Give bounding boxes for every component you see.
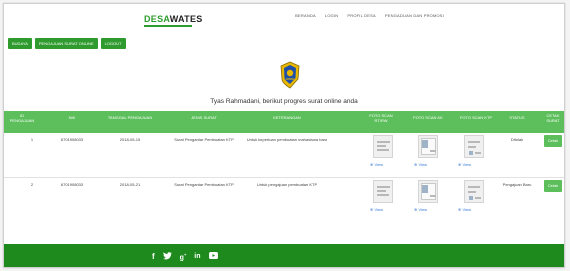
view-kk-link[interactable]: ⊕ View — [414, 162, 427, 167]
view-rtrw-link[interactable]: ⊕ View — [370, 207, 383, 212]
greeting-text: Tyas Rahmadani, berikut progres surat on… — [210, 98, 358, 105]
youtube-icon[interactable] — [208, 252, 218, 261]
brand-underline — [144, 25, 192, 27]
cell-nik: 6701908033 — [60, 182, 84, 187]
col-cetak: CETAK SURAT — [546, 113, 560, 123]
scan-kk-image[interactable] — [418, 135, 438, 158]
table-header: ID PENGAJUAN NIK TANGGAL PENGAJUAN JENIS… — [4, 111, 564, 133]
col-foto-ktp: FOTO SCAN KTP — [459, 115, 493, 120]
scan-rtrw-image[interactable] — [373, 180, 393, 203]
view-label: View — [418, 207, 428, 212]
scan-ktp-image[interactable] — [464, 135, 484, 158]
nav-login[interactable]: LOGIN — [325, 13, 338, 18]
col-tanggal: TANGGAL PENGAJUAN — [107, 115, 153, 120]
top-menu: BERANDA LOGIN PROFIL DESA PENGADUAN DAN … — [295, 13, 444, 18]
cetak-button[interactable]: Cetak — [544, 180, 562, 192]
pengajuan-surat-online-button[interactable]: PENGAJUAN SURAT ONLINE — [34, 38, 98, 49]
cell-date: 2018-05-21 — [119, 182, 141, 187]
social-links: f g+ in — [152, 244, 218, 267]
view-rtrw-link[interactable]: ⊕ View — [370, 162, 383, 167]
scan-kk-image[interactable] — [418, 180, 438, 203]
view-label: View — [462, 162, 472, 167]
col-foto-rtrw: FOTO SCAN RT/RW — [369, 113, 393, 123]
table-row: 2 6701908033 2018-05-21 Surat Pengantar … — [4, 177, 564, 221]
brand-logo[interactable]: DESAWATES — [144, 14, 203, 24]
budaya-button[interactable]: BUDAYA — [8, 38, 32, 49]
nav-pengaduan-promosi[interactable]: PENGADUAN DAN PROMOSI — [385, 13, 444, 18]
action-buttons: BUDAYA PENGAJUAN SURAT ONLINE LOGOUT — [8, 38, 126, 49]
view-label: View — [374, 207, 384, 212]
cetak-button[interactable]: Cetak — [544, 135, 562, 147]
cell-keterangan: Untuk pengajuan pembuatan KTP — [256, 182, 318, 187]
nav-beranda[interactable]: BERANDA — [295, 13, 316, 18]
cell-jenis: Surat Pengantar Pembuatan KTP — [174, 182, 234, 187]
view-ktp-link[interactable]: ⊕ View — [458, 207, 471, 212]
facebook-icon[interactable]: f — [152, 252, 155, 261]
twitter-icon[interactable] — [162, 251, 172, 262]
view-label: View — [374, 162, 384, 167]
view-kk-link[interactable]: ⊕ View — [414, 207, 427, 212]
view-label: View — [418, 162, 428, 167]
scan-ktp-image[interactable] — [464, 180, 484, 203]
status-badge: Ditolak — [510, 137, 524, 142]
brand-part2: WATES — [169, 14, 203, 24]
col-foto-kk: FOTO SCAN KK — [413, 115, 443, 120]
col-status: STATUS — [509, 115, 525, 120]
col-nik: NIK — [68, 115, 76, 120]
top-navbar: DESAWATES BERANDA LOGIN PROFIL DESA PENG… — [4, 4, 564, 30]
col-id: ID PENGAJUAN — [9, 113, 35, 123]
cell-id: 1 — [30, 137, 34, 142]
cell-date: 2018-05-15 — [119, 137, 141, 142]
cell-keterangan: Untuk keperluan pembuatan mahasiswa baru — [246, 137, 328, 142]
google-plus-icon[interactable]: g+ — [180, 252, 187, 261]
linkedin-icon[interactable]: in — [194, 253, 200, 260]
scan-rtrw-image[interactable] — [373, 135, 393, 158]
view-label: View — [462, 207, 472, 212]
footer: f g+ in — [4, 244, 564, 267]
table-row: 1 6701908033 2018-05-15 Surat Pengantar … — [4, 133, 564, 177]
nav-profil-desa[interactable]: PROFIL DESA — [347, 13, 376, 18]
col-keterangan: KETERANGAN — [273, 115, 301, 120]
view-ktp-link[interactable]: ⊕ View — [458, 162, 471, 167]
col-jenis: JENIS SURAT — [191, 115, 217, 120]
cell-nik: 6701908033 — [60, 137, 84, 142]
logout-button[interactable]: LOGOUT — [100, 38, 126, 49]
village-emblem-icon — [280, 61, 300, 89]
page-frame: DESAWATES BERANDA LOGIN PROFIL DESA PENG… — [3, 3, 565, 268]
brand-part1: DESA — [144, 14, 170, 24]
cell-id: 2 — [30, 182, 34, 187]
cell-jenis: Surat Pengantar Pembuatan KTP — [174, 137, 234, 142]
status-badge: Pengajuan Baru — [502, 182, 532, 187]
